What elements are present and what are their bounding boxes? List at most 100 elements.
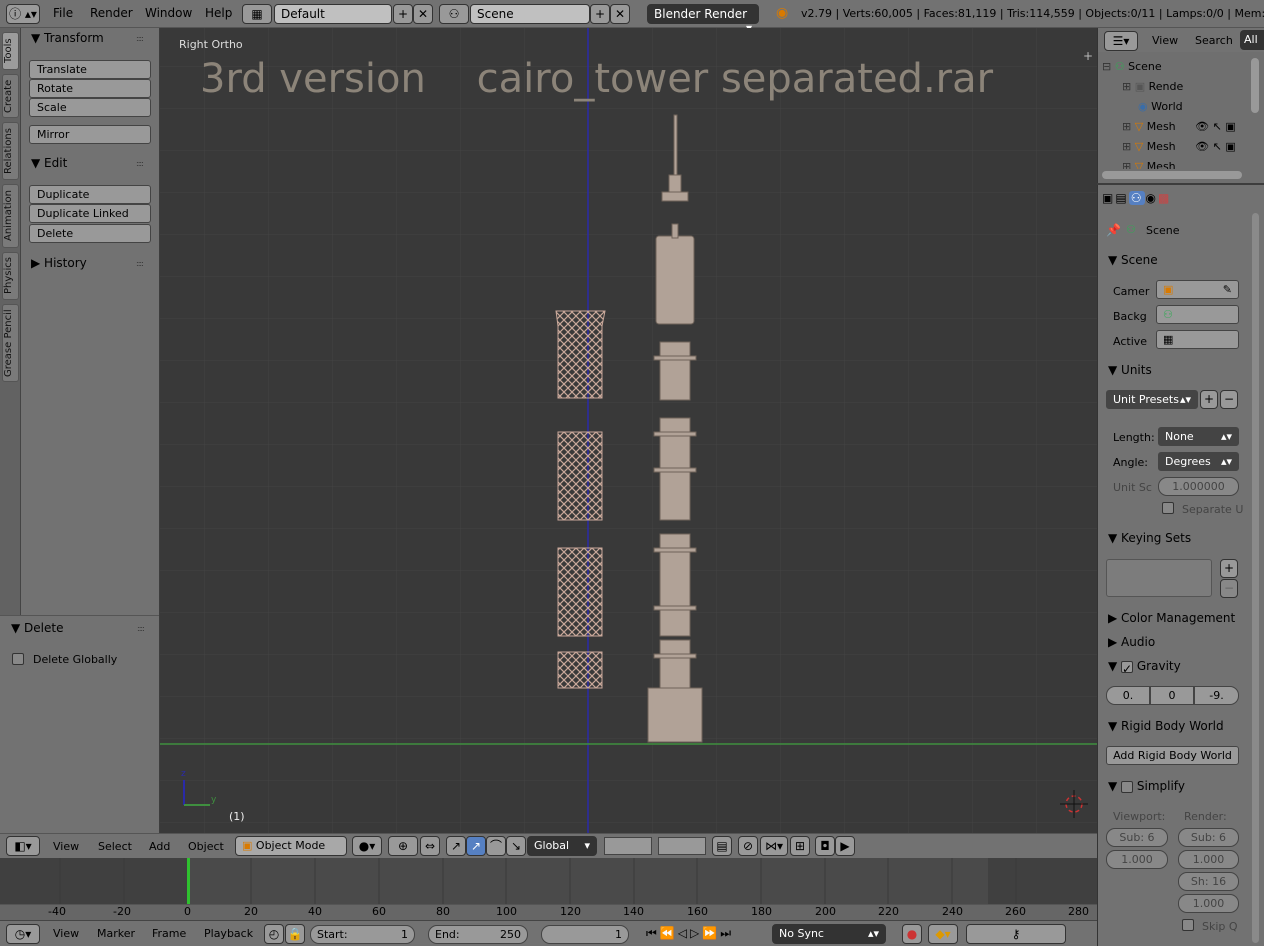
add-screen-icon[interactable]: + bbox=[393, 4, 413, 24]
menu-view[interactable]: View bbox=[53, 840, 79, 853]
separate-units-checkbox[interactable] bbox=[1162, 502, 1174, 514]
scale-manipulator-icon[interactable]: ↘ bbox=[506, 836, 526, 856]
keying-icon[interactable]: ◆▾ bbox=[928, 924, 958, 944]
gravity-checkbox[interactable]: ✓ bbox=[1121, 660, 1134, 676]
outliner-menu-view[interactable]: View bbox=[1152, 34, 1178, 47]
editor-type-button[interactable]: ☰▾ bbox=[1104, 31, 1138, 51]
color-management-panel-header[interactable]: ▶ Color Management bbox=[1108, 611, 1235, 625]
scale-button[interactable]: Scale bbox=[29, 98, 151, 117]
jump-start-icon[interactable]: ⏮ bbox=[646, 926, 660, 940]
proportional-edit-icon[interactable]: ⊘ bbox=[738, 836, 758, 856]
drag-grip-icon[interactable]: :::: bbox=[137, 624, 145, 633]
editor-type-button[interactable]: ◧▾ bbox=[6, 836, 40, 856]
render-engine-select[interactable]: Blender Render▾ bbox=[647, 4, 759, 35]
audio-panel-header[interactable]: ▶ Audio bbox=[1108, 635, 1155, 649]
record-icon[interactable]: ● bbox=[902, 924, 922, 944]
tree-item-mesh[interactable]: ⊞ ▽ Mesh 👁 ↖ ▣ bbox=[1102, 137, 1236, 157]
transform-panel-header[interactable]: ▼ Transform bbox=[31, 31, 104, 45]
scene-field[interactable]: Scene bbox=[470, 4, 590, 24]
add-rigid-body-world-button[interactable]: Add Rigid Body World bbox=[1106, 746, 1239, 765]
current-frame-field[interactable]: 1 bbox=[541, 925, 629, 944]
world-tab-icon[interactable]: ◉ bbox=[1145, 191, 1157, 205]
menu-help[interactable]: Help bbox=[205, 6, 232, 20]
snap-icon[interactable]: ⋈▾ bbox=[760, 836, 788, 856]
mode-select[interactable]: ▣ Object Mode bbox=[235, 836, 347, 856]
texture-tab-icon[interactable]: ▩ bbox=[1158, 191, 1171, 205]
tree-item-world[interactable]: ◉ World bbox=[1102, 97, 1236, 117]
menu-select[interactable]: Select bbox=[98, 840, 132, 853]
viewport-shading-icon[interactable]: ●▾ bbox=[352, 836, 382, 856]
timeline-area[interactable]: -40 -20 0 20 40 60 80 100 120 140 160 18… bbox=[0, 858, 1097, 920]
keying-sets-list[interactable] bbox=[1106, 559, 1212, 597]
remove-screen-icon[interactable]: ✕ bbox=[413, 4, 433, 24]
orientation-select[interactable]: Global ▾ bbox=[527, 836, 597, 856]
tab-create[interactable]: Create bbox=[2, 74, 19, 118]
menu-add[interactable]: Add bbox=[149, 840, 170, 853]
screen-layout-field[interactable]: Default bbox=[274, 4, 392, 24]
angle-select[interactable]: Degrees ▴▾ bbox=[1158, 452, 1239, 471]
render-ao-sss-field[interactable]: 1.000 bbox=[1178, 894, 1239, 913]
length-select[interactable]: None ▴▾ bbox=[1158, 427, 1239, 446]
gravity-y-field[interactable]: 0 bbox=[1150, 686, 1194, 705]
add-preset-icon[interactable]: + bbox=[1200, 390, 1218, 409]
pin-icon[interactable]: 📌 bbox=[1106, 223, 1121, 237]
viewport-subdivision-field[interactable]: Sub: 6 bbox=[1106, 828, 1168, 847]
remove-keying-set-icon[interactable]: − bbox=[1220, 579, 1238, 598]
timeline-menu-marker[interactable]: Marker bbox=[97, 927, 135, 940]
units-panel-header[interactable]: ▼ Units bbox=[1108, 363, 1152, 377]
gravity-panel-header[interactable]: ▼ ✓ Gravity bbox=[1108, 659, 1181, 676]
tree-item-mesh[interactable]: ⊞ ▽ Mesh 👁 ↖ ▣ bbox=[1102, 117, 1236, 137]
render-animation-icon[interactable]: ▶ bbox=[835, 836, 855, 856]
rotate-manipulator-icon[interactable]: ⌒ bbox=[486, 836, 506, 856]
drag-grip-icon[interactable]: :::: bbox=[136, 159, 144, 168]
menu-render[interactable]: Render bbox=[90, 6, 133, 20]
outliner-menu-search[interactable]: Search bbox=[1195, 34, 1233, 47]
add-scene-icon[interactable]: + bbox=[590, 4, 610, 24]
manipulator-toggle-icon[interactable]: ⇔ bbox=[420, 836, 440, 856]
edit-panel-header[interactable]: ▼ Edit bbox=[31, 156, 67, 170]
scene-tab-icon[interactable]: ⚇ bbox=[1128, 191, 1146, 205]
render-shadow-samples-field[interactable]: Sh: 16 bbox=[1178, 872, 1239, 891]
add-keying-set-icon[interactable]: + bbox=[1220, 559, 1238, 578]
mirror-button[interactable]: Mirror bbox=[29, 125, 151, 144]
skip-quad-checkbox[interactable] bbox=[1182, 919, 1194, 931]
timeline-menu-frame[interactable]: Frame bbox=[152, 927, 186, 940]
viewport-child-particles-field[interactable]: 1.000 bbox=[1106, 850, 1168, 869]
operator-panel-header[interactable]: ▼ Delete bbox=[11, 621, 63, 635]
editor-type-button[interactable]: ◷▾ bbox=[6, 924, 40, 944]
tab-grease-pencil[interactable]: Grease Pencil bbox=[2, 304, 19, 382]
tree-item-scene[interactable]: ⊟ ⚇ Scene bbox=[1102, 57, 1236, 77]
rigid-body-panel-header[interactable]: ▼ Rigid Body World bbox=[1108, 719, 1224, 733]
pivot-point-icon[interactable]: ⊕ bbox=[388, 836, 418, 856]
layer-buttons[interactable] bbox=[658, 837, 706, 855]
keying-set-field[interactable]: ⚷ bbox=[966, 924, 1066, 944]
tab-physics[interactable]: Physics bbox=[2, 252, 19, 300]
delete-button[interactable]: Delete bbox=[29, 224, 151, 243]
outliner-hscrollbar[interactable] bbox=[1102, 171, 1242, 179]
snap-target-icon[interactable]: ⊞ bbox=[790, 836, 810, 856]
remove-preset-icon[interactable]: − bbox=[1220, 390, 1238, 409]
duplicate-linked-button[interactable]: Duplicate Linked bbox=[29, 204, 151, 223]
simplify-checkbox[interactable] bbox=[1121, 780, 1134, 793]
expand-icon[interactable]: + bbox=[1083, 49, 1093, 63]
outliner-filter-select[interactable]: All bbox=[1240, 30, 1264, 50]
3d-viewport[interactable]: Right Ortho 3rd version cairo_tower sepa… bbox=[160, 28, 1097, 833]
scene-panel-header[interactable]: ▼ Scene bbox=[1108, 253, 1158, 267]
jump-keyframe-forward-icon[interactable]: ⏩ bbox=[702, 926, 720, 940]
tab-relations[interactable]: Relations bbox=[2, 122, 19, 180]
keying-sets-panel-header[interactable]: ▼ Keying Sets bbox=[1108, 531, 1191, 545]
end-frame-field[interactable]: End: 250 bbox=[428, 925, 528, 944]
manipulator-icon[interactable]: ↗ bbox=[446, 836, 466, 856]
unit-presets-select[interactable]: Unit Presets ▴▾ bbox=[1106, 390, 1198, 409]
menu-object[interactable]: Object bbox=[188, 840, 224, 853]
preview-range-icon[interactable]: ◴ bbox=[264, 924, 284, 944]
translate-manipulator-icon[interactable]: ↗ bbox=[466, 836, 486, 856]
tree-item-render[interactable]: ⊞ ▣ Rende bbox=[1102, 77, 1236, 97]
lock-range-icon[interactable]: 🔒 bbox=[285, 924, 305, 944]
timeline-menu-view[interactable]: View bbox=[53, 927, 79, 940]
start-frame-field[interactable]: Start: 1 bbox=[310, 925, 415, 944]
render-tab-icon[interactable]: ▣ bbox=[1102, 191, 1115, 205]
tab-animation[interactable]: Animation bbox=[2, 184, 19, 248]
layer-buttons[interactable] bbox=[604, 837, 652, 855]
properties-scrollbar[interactable] bbox=[1252, 213, 1259, 943]
